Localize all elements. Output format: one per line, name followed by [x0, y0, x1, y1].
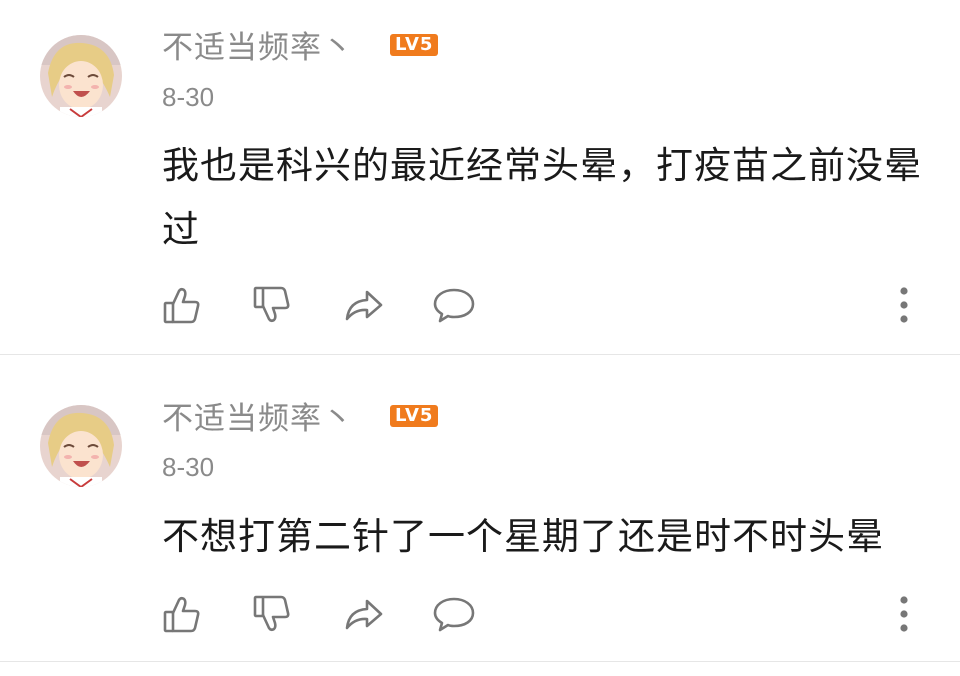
- share-arrow-icon: [345, 290, 383, 321]
- reply-button[interactable]: [430, 589, 478, 639]
- like-button[interactable]: [158, 280, 206, 330]
- comment-actions: [0, 280, 960, 330]
- dislike-button[interactable]: [248, 280, 296, 330]
- share-arrow-icon: [345, 599, 383, 630]
- comment-date: 8-30: [162, 82, 215, 112]
- more-options-button[interactable]: [880, 589, 928, 639]
- dislike-button[interactable]: [248, 589, 296, 639]
- speech-bubble-icon: [433, 288, 475, 323]
- avatar[interactable]: [40, 35, 122, 117]
- thumbs-up-icon: [163, 287, 200, 324]
- like-button[interactable]: [158, 589, 206, 639]
- thumbs-down-icon: [253, 595, 290, 632]
- share-button[interactable]: [340, 280, 388, 330]
- comment-text: 不想打第二针了一个星期了还是时不时头晕: [162, 515, 884, 558]
- avatar[interactable]: [40, 405, 122, 487]
- more-options-button[interactable]: [880, 280, 928, 330]
- comment-date: 8-30: [162, 452, 215, 482]
- username[interactable]: 不适当频率丶: [162, 393, 354, 438]
- comment-actions: [0, 589, 960, 639]
- divider: [0, 661, 960, 662]
- level-badge: LV5: [390, 34, 439, 56]
- comment-item: 不适当频率丶 LV5 8-30 我也是科兴的最近经常头晕，打疫苗之前没晕过: [0, 0, 960, 354]
- comment-item: 不适当频率丶 LV5 8-30 不想打第二针了一个星期了还是时不时头晕: [0, 355, 960, 661]
- vertical-ellipsis-icon: [900, 596, 908, 632]
- level-badge: LV5: [390, 405, 439, 427]
- thumbs-down-icon: [253, 286, 290, 323]
- share-button[interactable]: [340, 589, 388, 639]
- vertical-ellipsis-icon: [900, 287, 908, 323]
- reply-button[interactable]: [430, 280, 478, 330]
- comment-text: 我也是科兴的最近经常头晕，打疫苗之前没晕过: [162, 144, 922, 251]
- username[interactable]: 不适当频率丶: [162, 22, 354, 67]
- thumbs-up-icon: [163, 596, 200, 633]
- speech-bubble-icon: [433, 597, 475, 632]
